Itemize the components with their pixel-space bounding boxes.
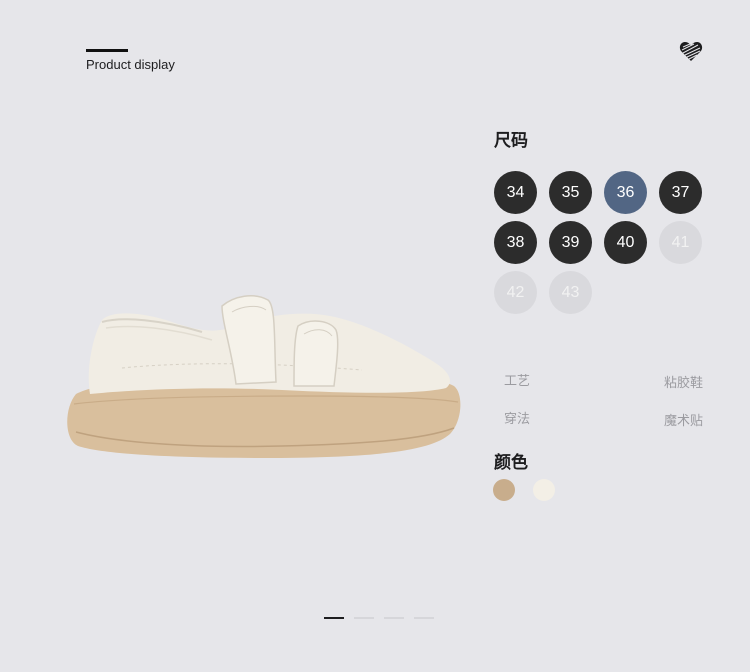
size-option-39[interactable]: 39 <box>549 221 592 264</box>
size-label: 尺码 <box>494 131 528 151</box>
pager-dot-2[interactable] <box>354 617 374 619</box>
page-title: Product display <box>86 57 175 72</box>
spec-value-wear: 魔术贴 <box>664 414 704 429</box>
size-option-40[interactable]: 40 <box>604 221 647 264</box>
size-option-43: 43 <box>549 271 592 314</box>
spec-key-wear: 穿法 <box>504 412 531 427</box>
size-option-42: 42 <box>494 271 537 314</box>
size-option-38[interactable]: 38 <box>494 221 537 264</box>
spec-key-craft: 工艺 <box>504 374 531 389</box>
pager-dot-3[interactable] <box>384 617 404 619</box>
size-option-34[interactable]: 34 <box>494 171 537 214</box>
size-option-36[interactable]: 36 <box>604 171 647 214</box>
heart-icon[interactable] <box>679 40 703 62</box>
size-option-35[interactable]: 35 <box>549 171 592 214</box>
shoe-image <box>67 294 461 458</box>
size-option-41: 41 <box>659 221 702 264</box>
color-swatch-cream[interactable] <box>533 479 555 501</box>
pager-dot-1[interactable] <box>324 617 344 619</box>
color-swatch-tan[interactable] <box>493 479 515 501</box>
size-option-37[interactable]: 37 <box>659 171 702 214</box>
title-accent-bar <box>86 49 128 52</box>
spec-value-craft: 粘胶鞋 <box>664 376 704 391</box>
pager-dot-4[interactable] <box>414 617 434 619</box>
color-label: 颜色 <box>494 453 528 473</box>
